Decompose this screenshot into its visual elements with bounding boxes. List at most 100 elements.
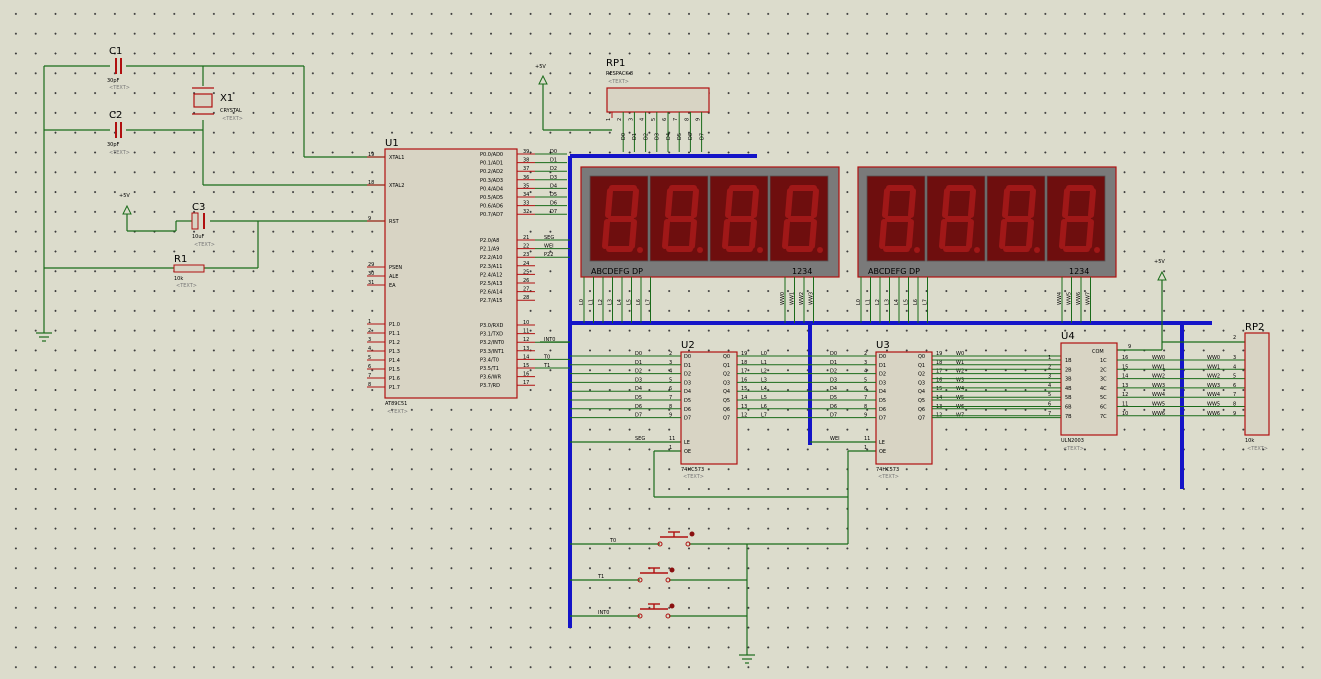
rp1-net-label: D3 — [655, 133, 661, 140]
u1-pin-name: P0.2/AD2 — [480, 169, 503, 175]
resistor-r1[interactable] — [173, 264, 205, 273]
u1-pin-num: 7 — [368, 373, 371, 379]
u1-pin-num: 5 — [368, 355, 371, 361]
u2-in-net: D3 — [635, 377, 642, 383]
display2-dig-net: WW5 — [1067, 292, 1073, 305]
u3-pin-name: D6 — [879, 407, 886, 413]
u1-net-label: WEI — [544, 244, 554, 250]
u2-le-num: 11 — [669, 436, 675, 442]
u1-pin-num: 8 — [368, 382, 371, 388]
u4-out-net: WW5 — [1152, 402, 1165, 408]
u1-net-label: T0 — [543, 354, 550, 360]
u1-pin-name: P3.6/WR — [480, 375, 502, 381]
rp2-pin-num: 6 — [1233, 383, 1236, 389]
u1-pin-name: RST — [389, 219, 400, 225]
u2-pin-name: Q6 — [723, 407, 730, 413]
u2-pin-name: D1 — [684, 363, 691, 369]
u1-pin-num: 18 — [368, 180, 374, 186]
rp1-pin-num: 3 — [628, 118, 634, 121]
rp2-pin-num: 7 — [1233, 392, 1236, 398]
u1-pin-num: 33 — [523, 201, 529, 207]
u4-rp2-net: WW0 — [1207, 355, 1220, 361]
rp1-pins: 1 2 3 4 5 6 7 8 9 D0 D1 D2 D3 D4 D5 D6 D7 — [606, 112, 705, 152]
u1-pin-num: 17 — [523, 380, 529, 386]
seven-segment-display-1[interactable] — [580, 166, 840, 278]
display1-seg-net: L1 — [589, 299, 595, 305]
u1-value: AT89C51 — [385, 401, 407, 407]
display1-seg-net: L7 — [646, 299, 652, 305]
crystal-x1[interactable] — [192, 87, 214, 115]
u1-pin-name: P0.3/AD3 — [480, 178, 503, 184]
u3-out-net: W4 — [956, 386, 964, 392]
display2-dig-net: WW4 — [1057, 292, 1063, 305]
u1-pin-num: 15 — [523, 363, 529, 369]
u2-pin-name: D4 — [684, 389, 691, 395]
u1-pin-num: 24 — [523, 261, 529, 267]
u2-pin-name: D5 — [684, 398, 691, 404]
u2-in-net: D6 — [635, 404, 642, 410]
u2-pin-name: Q4 — [723, 389, 730, 395]
seven-segment-display-2[interactable] — [857, 166, 1117, 278]
c2-text: <TEXT> — [109, 150, 130, 156]
vcc-label-1: +5V — [119, 193, 130, 199]
u3-pin-name: Q3 — [918, 380, 925, 386]
power-vcc-rp1-icon — [538, 74, 548, 85]
u1-pin-num: 23 — [523, 252, 529, 258]
rp2-ref: RP2 — [1245, 322, 1264, 333]
rp1-ref: RP1 — [606, 58, 625, 69]
u3-pin-name: D7 — [879, 416, 886, 422]
u4-pin-num: 5 — [1048, 392, 1051, 398]
u1-pin-num: 27 — [523, 287, 529, 293]
capacitor-c1[interactable] — [115, 58, 122, 74]
u2-pin-name: Q2 — [723, 372, 730, 378]
schematic-diagram: +5V +5V +5V C1 30pF <TEXT> C2 30pF <TEXT… — [36, 46, 1270, 664]
u3-pin-num: 8 — [864, 404, 867, 410]
u1-pin-name: P1.3 — [389, 349, 400, 355]
c2-ref: C2 — [109, 110, 122, 121]
u2-le-net: SEG — [635, 436, 645, 442]
u4-pin-name: 7C — [1100, 414, 1107, 420]
u4-pin-name: 3B — [1065, 377, 1072, 383]
u2-text: <TEXT> — [683, 474, 704, 480]
u4-pin-name: 2B — [1065, 367, 1072, 373]
u3-in-net: D1 — [830, 360, 837, 366]
u3-pin-name: D2 — [879, 372, 886, 378]
u1-pin-num: 2 — [368, 328, 371, 334]
u1-pin-name: EA — [389, 283, 396, 289]
capacitor-c3[interactable] — [191, 212, 205, 230]
rp1-pin-num: 8 — [684, 118, 690, 121]
rp2-body[interactable] — [1244, 332, 1270, 436]
u1-pin-num: 30 — [368, 271, 374, 277]
u4-rp2-net: WW5 — [1207, 402, 1220, 408]
u3-in-net: D3 — [830, 377, 837, 383]
u1-pin-name: P3.7/RD — [480, 383, 500, 389]
u1-pin-name: P3.3/INT1 — [480, 349, 504, 355]
u3-in-net: D5 — [830, 395, 837, 401]
rp1-body[interactable] — [606, 87, 710, 113]
display2-seg-net: L7 — [923, 299, 929, 305]
u2-pin-num: 9 — [669, 413, 672, 419]
u4-pin-num: 2 — [1048, 364, 1051, 370]
u3-in-net: D6 — [830, 404, 837, 410]
rp1-pin-num: 7 — [673, 118, 679, 121]
u3-pin-num: 9 — [864, 413, 867, 419]
u1-pin-name: P0.4/AD4 — [480, 186, 503, 192]
u3-out-net: W0 — [956, 351, 964, 357]
rp1-net-label: D6 — [688, 133, 694, 140]
u2-pin-name: D2 — [684, 372, 691, 378]
button-label: INT0 — [598, 610, 609, 616]
u1-pin-name: ALE — [389, 274, 398, 280]
vcc-label-3: +5V — [1154, 259, 1165, 265]
rp1-pin-num: 1 — [606, 118, 612, 121]
u2-pin-name: D0 — [684, 354, 691, 360]
rp1-pin-num: 4 — [640, 118, 646, 121]
u2-pin-name: Q0 — [723, 354, 730, 360]
capacitor-c2[interactable] — [115, 122, 122, 138]
u1-pin-name: P1.2 — [389, 340, 400, 346]
display2-seg-net: L5 — [904, 299, 910, 305]
display2-seg-net: L6 — [913, 299, 919, 305]
display2-seg-net: L3 — [885, 299, 891, 305]
u4-out-net: WW1 — [1152, 364, 1165, 370]
u3-pin-name: Q4 — [918, 389, 925, 395]
u3-pin-name: D5 — [879, 398, 886, 404]
